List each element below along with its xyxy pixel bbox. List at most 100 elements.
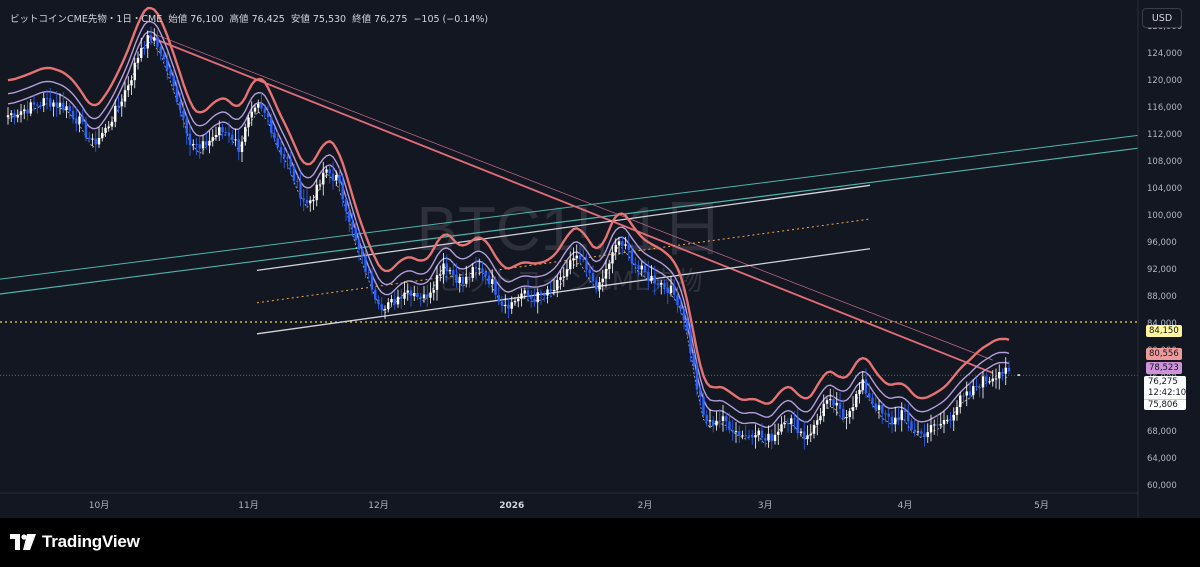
candle-up xyxy=(97,138,101,145)
candle-down xyxy=(292,166,296,181)
candle-up xyxy=(214,134,218,138)
candle-up xyxy=(322,172,325,185)
candle-up xyxy=(442,263,445,275)
candle-up xyxy=(110,121,114,127)
candle-up xyxy=(471,267,474,278)
candle-up xyxy=(929,425,933,433)
candle-down xyxy=(868,393,871,398)
y-tick-label: 88,000 xyxy=(1147,292,1177,302)
currency-button[interactable]: USD xyxy=(1142,8,1182,28)
last-price-value: 76,275 xyxy=(1148,377,1178,387)
candle-up xyxy=(965,391,968,396)
candle-up xyxy=(523,290,526,294)
candle-up xyxy=(120,101,123,107)
candle-down xyxy=(409,290,413,297)
candle-up xyxy=(465,276,468,284)
candle-down xyxy=(903,410,907,413)
candle-down xyxy=(205,141,208,146)
candle-up xyxy=(123,90,127,102)
candle-up xyxy=(640,265,643,270)
candle-down xyxy=(224,132,227,134)
tradingview-logo-icon xyxy=(10,534,36,550)
candle-up xyxy=(208,140,211,146)
candle-up xyxy=(565,269,569,277)
candle-down xyxy=(484,271,487,276)
candle-down xyxy=(692,353,695,366)
candle-down xyxy=(445,263,448,271)
candle-down xyxy=(13,113,16,118)
candle-up xyxy=(851,407,855,411)
candle-up xyxy=(601,278,604,283)
candle-up xyxy=(829,399,832,401)
countdown-value: 12:42:10 xyxy=(1148,388,1187,398)
candle-down xyxy=(175,86,179,102)
candle-up xyxy=(218,127,221,135)
candle-down xyxy=(871,397,874,404)
candle-down xyxy=(764,437,767,441)
candle-up xyxy=(107,126,110,128)
candle-down xyxy=(179,101,182,111)
high-label: 高値 xyxy=(229,14,249,25)
candle-down xyxy=(533,298,536,303)
candle-down xyxy=(975,386,978,388)
change-value: −105 (−0.14%) xyxy=(413,14,489,25)
y-tick-label: 104,000 xyxy=(1147,184,1182,194)
low-label: 安値 xyxy=(290,14,310,25)
candle-down xyxy=(367,272,370,274)
candle-down xyxy=(380,304,383,311)
candle-down xyxy=(45,98,49,100)
candle-down xyxy=(497,294,500,302)
candle-up xyxy=(422,294,426,299)
candle-down xyxy=(968,391,972,396)
candle-up xyxy=(16,114,19,118)
candle-up xyxy=(669,285,673,294)
candle-up xyxy=(933,424,936,426)
candle-down xyxy=(172,75,175,87)
y-tick-label: 120,000 xyxy=(1147,76,1182,86)
candle-up xyxy=(604,268,608,279)
candle-up xyxy=(510,302,513,309)
candle-up xyxy=(773,434,777,441)
candle-up xyxy=(513,301,517,303)
candle-down xyxy=(182,110,185,119)
candle-up xyxy=(959,395,962,408)
candle-down xyxy=(299,181,302,199)
candle-up xyxy=(812,424,816,434)
candle-down xyxy=(728,421,731,431)
candle-down xyxy=(949,419,952,421)
candle-down xyxy=(751,435,754,438)
candle-down xyxy=(296,180,299,182)
candle-up xyxy=(234,139,237,141)
candle-up xyxy=(757,430,760,435)
candle-up xyxy=(624,244,627,246)
candle-down xyxy=(793,418,796,420)
candle-up xyxy=(413,293,416,297)
candle-up xyxy=(101,132,104,139)
candle-up xyxy=(104,127,107,133)
candle-up xyxy=(894,417,897,425)
tradingview-logo[interactable]: TradingView xyxy=(10,532,140,552)
price-chart[interactable]: BTC1!, 1日 ビットコインCME先物 60,00064,00068,000… xyxy=(0,0,1200,518)
candle-up xyxy=(201,141,205,149)
candle-down xyxy=(71,110,75,119)
candle-down xyxy=(260,103,263,109)
candle-up xyxy=(877,405,881,410)
candle-up xyxy=(806,435,809,440)
candle-up xyxy=(614,244,617,253)
candle-up xyxy=(569,260,572,270)
candle-down xyxy=(341,182,344,200)
candle-down xyxy=(344,199,348,212)
candle-up xyxy=(390,299,393,303)
candle-up xyxy=(448,270,452,272)
candle-up xyxy=(822,403,825,417)
candle-down xyxy=(94,138,97,145)
candle-up xyxy=(52,102,55,107)
candle-down xyxy=(55,102,58,107)
candle-up xyxy=(552,289,556,292)
candle-down xyxy=(169,70,172,76)
candle-up xyxy=(708,420,712,422)
candle-down xyxy=(468,276,471,278)
candle-up xyxy=(715,420,718,426)
candle-down xyxy=(591,273,595,282)
candle-down xyxy=(452,270,455,275)
